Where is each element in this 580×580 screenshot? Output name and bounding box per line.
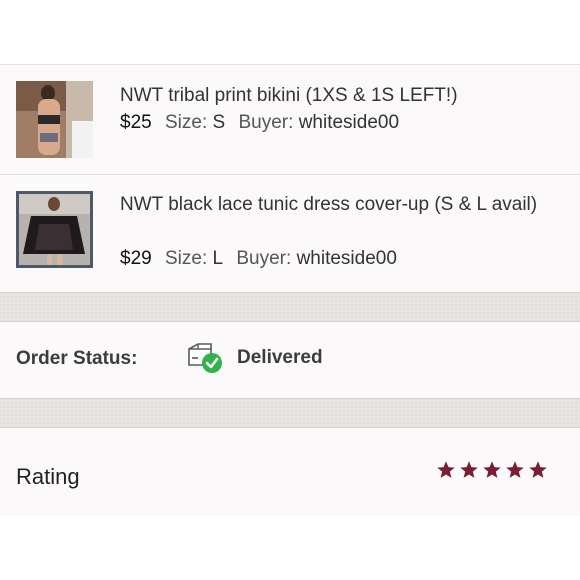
rating-stars (436, 460, 548, 482)
list-item[interactable]: NWT black lace tunic dress cover-up (S &… (0, 174, 580, 286)
item-size: L (212, 248, 224, 269)
item-title[interactable]: NWT black lace tunic dress cover-up (S &… (120, 191, 560, 218)
section-divider (0, 398, 580, 428)
size-label: Size: (164, 112, 208, 133)
section-divider (0, 292, 580, 322)
star-icon (505, 460, 525, 480)
delivered-box-check-icon (186, 341, 224, 375)
rating-label: Rating (16, 464, 80, 489)
item-meta: $29 Size: L Buyer: whiteside00 (120, 246, 397, 272)
star-icon (436, 460, 456, 480)
order-status-label: Order Status: (16, 348, 138, 369)
item-buyer[interactable]: whiteside00 (299, 112, 399, 133)
buyer-label: Buyer: (238, 112, 294, 133)
item-thumbnail[interactable] (16, 81, 93, 158)
item-size: S (212, 112, 226, 133)
item-buyer[interactable]: whiteside00 (297, 248, 397, 269)
buyer-label: Buyer: (236, 248, 292, 269)
star-icon (528, 460, 548, 480)
top-spacer (0, 0, 580, 64)
order-items-list: NWT tribal print bikini (1XS & 1S LEFT!)… (0, 64, 580, 292)
item-price: $29 (120, 248, 152, 269)
bottom-spacer (0, 516, 580, 580)
list-item[interactable]: NWT tribal print bikini (1XS & 1S LEFT!)… (0, 64, 580, 176)
item-meta: $25 Size: S Buyer: whiteside00 (120, 110, 399, 136)
item-title[interactable]: NWT tribal print bikini (1XS & 1S LEFT!) (120, 82, 560, 109)
order-status-row: Order Status: Delivered (0, 322, 580, 398)
rating-row: Rating (0, 428, 580, 516)
star-icon (482, 460, 502, 480)
item-thumbnail[interactable] (16, 191, 93, 268)
order-status-value: Delivered (237, 347, 323, 368)
size-label: Size: (164, 248, 208, 269)
item-price: $25 (120, 112, 152, 133)
star-icon (459, 460, 479, 480)
